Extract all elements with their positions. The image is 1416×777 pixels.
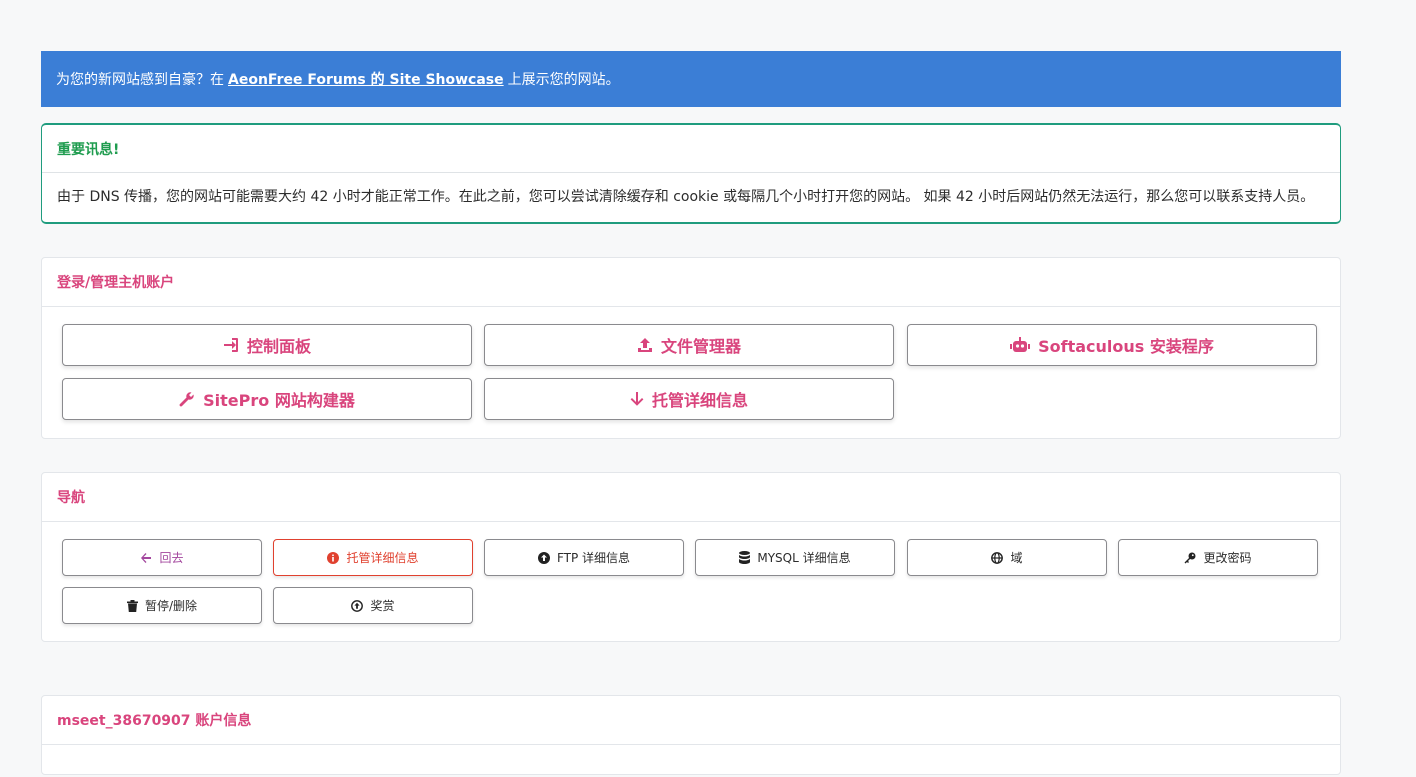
arrow-down-icon	[630, 391, 644, 407]
account-info-title: mseet_38670907 账户信息	[42, 696, 1340, 745]
banner-suffix: 上展示您的网站。	[507, 72, 620, 88]
robot-icon	[1010, 337, 1031, 353]
notice-body: 由于 DNS 传播，您的网站可能需要大约 42 小时才能正常工作。在此之前，您可…	[57, 189, 1315, 205]
login-card-title: 登录/管理主机账户	[42, 258, 1340, 307]
banner-prefix: 为您的新网站感到自豪？在	[56, 72, 224, 88]
important-notice: 重要讯息! 由于 DNS 传播，您的网站可能需要大约 42 小时才能正常工作。在…	[41, 123, 1341, 224]
wrench-icon	[179, 391, 195, 407]
account-info-card: mseet_38670907 账户信息	[41, 695, 1341, 775]
rewards-button[interactable]: 奖赏	[273, 587, 473, 624]
upload-icon	[637, 337, 653, 353]
rewards-label: 奖赏	[370, 599, 395, 613]
ftp-details-button[interactable]: FTP 详细信息	[484, 539, 684, 576]
change-password-label: 更改密码	[1203, 551, 1252, 565]
login-manage-card: 登录/管理主机账户 控制面板 文件管理器 Softaculous 安装程序 Si…	[41, 257, 1341, 439]
suspend-delete-button[interactable]: 暂停/删除	[62, 587, 262, 624]
arrow-left-icon	[140, 552, 152, 564]
file-manager-button[interactable]: 文件管理器	[484, 324, 894, 366]
change-password-button[interactable]: 更改密码	[1118, 539, 1318, 576]
softaculous-button[interactable]: Softaculous 安装程序	[907, 324, 1317, 366]
softaculous-label: Softaculous 安装程序	[1038, 337, 1214, 356]
showcase-banner: 为您的新网站感到自豪？在 AeonFree Forums 的 Site Show…	[41, 51, 1341, 107]
arrow-up-circle-outline-icon	[351, 599, 364, 612]
mysql-details-label: MYSQL 详细信息	[757, 551, 851, 565]
page-content: 为您的新网站感到自豪？在 AeonFree Forums 的 Site Show…	[41, 51, 1341, 775]
trash-icon	[126, 599, 138, 612]
sitepro-label: SitePro 网站构建器	[203, 391, 355, 410]
arrow-up-circle-icon	[537, 551, 550, 564]
back-button[interactable]: 回去	[62, 539, 262, 576]
info-icon	[327, 551, 340, 564]
globe-icon	[991, 551, 1004, 564]
hosting-details-label: 托管详细信息	[651, 391, 748, 410]
navigation-card: 导航 回去 托管详细信息 FTP 详细信息 MYSQL 详细信息 域 更改密码 …	[41, 472, 1341, 642]
sign-in-icon	[223, 337, 239, 353]
domains-label: 域	[1010, 551, 1023, 565]
notice-title: 重要讯息!	[42, 125, 1340, 173]
nav-hosting-details-button[interactable]: 托管详细信息	[273, 539, 473, 576]
nav-hosting-details-label: 托管详细信息	[346, 551, 419, 565]
control-panel-button[interactable]: 控制面板	[62, 324, 472, 366]
back-label: 回去	[159, 551, 184, 565]
file-manager-label: 文件管理器	[660, 337, 741, 356]
navigation-title: 导航	[42, 473, 1340, 522]
database-icon	[739, 551, 751, 564]
site-showcase-link[interactable]: AeonFree Forums 的 Site Showcase	[228, 69, 504, 89]
domains-button[interactable]: 域	[907, 539, 1107, 576]
suspend-delete-label: 暂停/删除	[144, 599, 198, 613]
sitepro-builder-button[interactable]: SitePro 网站构建器	[62, 378, 472, 420]
control-panel-label: 控制面板	[246, 337, 311, 356]
key-icon	[1184, 552, 1196, 564]
ftp-details-label: FTP 详细信息	[556, 551, 631, 565]
hosting-details-button[interactable]: 托管详细信息	[484, 378, 894, 420]
mysql-details-button[interactable]: MYSQL 详细信息	[695, 539, 895, 576]
